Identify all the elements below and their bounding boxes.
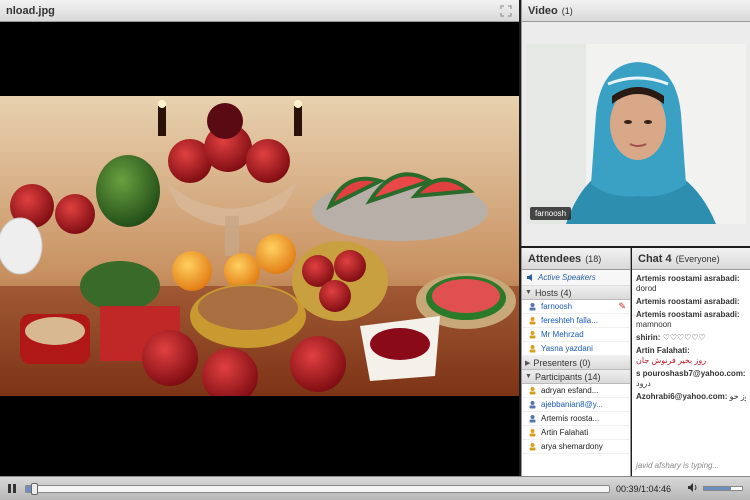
participants-header-label: Participants (14) [534,371,601,382]
share-pod-header: nload.jpg [0,0,519,22]
active-speakers-label: Active Speakers [538,273,596,282]
attendee-name: arya shemardony [541,442,603,451]
attendee-row[interactable]: ajebbanian8@y... [522,398,630,412]
attendee-row[interactable]: farnoosh ✎ [522,300,630,314]
participant-user-icon [529,387,536,395]
fullscreen-icon[interactable] [499,4,513,18]
webcam-name-label: farnoosh [530,207,572,220]
attendee-row[interactable]: Yasna yazdani [522,342,630,356]
participant-user-icon [529,401,536,409]
hosts-group-header[interactable]: ▼ Hosts (4) [522,286,630,300]
chat-sender: Artemis roostami asrabadi: [636,297,740,306]
chat-text: روز بخیر فرنوش جان [636,356,707,365]
chat-message-list[interactable]: Artemis roostami asrabadi: dorod Artemis … [632,270,750,466]
attendee-name: adryan esfand... [541,386,599,395]
volume-level-fill [704,487,731,490]
host-user-icon [529,303,536,311]
pause-icon [8,484,16,493]
volume-slider[interactable] [703,486,744,491]
chat-pod: Chat 4 (Everyone) Artemis roostami asraba… [632,248,750,476]
presenters-group-header[interactable]: ▶ Presenters (0) [522,356,630,370]
attendees-pod: Attendees (18) Active Speakers ▼ Hosts (4)… [521,248,631,476]
chat-sender: s pouroshasb7@yahoo.com: [636,369,746,378]
volume-icon[interactable] [687,482,699,496]
seek-thumb[interactable] [30,482,38,495]
chat-sender: Artin Falahati: [636,346,690,355]
chat-text: درود [636,379,651,388]
video-pod-title: Video (1) [528,5,573,17]
participant-user-icon [529,443,536,451]
attendee-row[interactable]: Artin Falahati [522,426,630,440]
attendee-row[interactable]: Mr Mehrzad [522,328,630,342]
collapse-triangle-icon: ▼ [525,373,532,380]
chat-message: s pouroshasb7@yahoo.com: درود [636,369,746,389]
attendee-name: Artin Falahati [541,428,589,437]
attendee-name: Yasna yazdani [541,344,593,353]
chat-pod-title: Chat 4 (Everyone) [638,253,720,265]
attendee-name: farnoosh [541,302,573,311]
share-pod-title: nload.jpg [6,4,55,17]
share-pod: nload.jpg [0,0,519,476]
video-count: (1) [561,5,573,16]
chat-message: Artemis roostami asrabadi: mamnoon [636,310,746,330]
meeting-recording-player: nload.jpg Video (1) farnoosh Attendees (… [0,0,750,500]
collapse-triangle-icon: ▼ [525,289,532,296]
participant-user-icon [529,415,536,423]
participant-user-icon [529,429,536,437]
chat-text: mamnoon [636,320,672,329]
chat-message: Artin Falahati: روز بخیر فرنوش جان [636,346,746,366]
chat-text: dorod [636,284,657,293]
chat-title-text: Chat 4 [638,252,672,265]
attendee-name: Artemis roosta... [541,414,600,423]
shared-content-area [0,22,519,476]
hosts-header-label: Hosts (4) [534,287,572,298]
video-title-text: Video [528,4,558,17]
chat-sender: Artemis roostami asrabadi: [636,310,740,319]
chat-sender: Artemis roostami asrabadi: [636,274,740,283]
attendees-pod-title: Attendees (18) [528,253,601,265]
haft-sin-table-image [0,96,519,396]
participants-group-header[interactable]: ▼ Participants (14) [522,370,630,384]
webcam-feed: farnoosh [526,44,746,224]
attendee-name: Mr Mehrzad [541,330,584,339]
chat-sender: shirin: [636,333,661,342]
video-pod-header: Video (1) [522,0,750,22]
attendee-row[interactable]: arya shemardony [522,440,630,454]
presenters-header-label: Presenters (0) [533,357,591,368]
expand-triangle-icon: ▶ [525,359,531,367]
attendee-row[interactable]: Artemis roosta... [522,412,630,426]
chat-text: روز خو [729,392,746,401]
attendee-name: ajebbanian8@y... [541,400,603,409]
playback-bar: 00:39/1:04:46 [0,476,750,500]
host-user-icon [529,331,536,339]
chat-scope: (Everyone) [675,253,720,264]
mic-active-icon: ✎ [618,301,626,311]
playback-time: 00:39/1:04:46 [616,483,672,494]
active-speakers-toolbar[interactable]: Active Speakers [522,270,630,286]
play-pause-button[interactable] [3,481,21,497]
attendee-name: fereshteh falla... [541,316,598,325]
chat-message: Azohrabi6@yahoo.com: روز خو [636,392,746,402]
attendee-row[interactable]: adryan esfand... [522,384,630,398]
host-user-icon [529,345,536,353]
chat-text: ♡♡♡♡♡♡ [662,333,706,342]
typing-indicator: javid afshary is typing... [636,461,720,470]
host-user-icon [529,317,536,325]
chat-message: Artemis roostami asrabadi: [636,297,746,307]
attendees-pod-header: Attendees (18) [522,248,630,270]
chat-message: Artemis roostami asrabadi: dorod [636,274,746,294]
attendees-title-text: Attendees [528,252,582,265]
attendee-row[interactable]: fereshteh falla... [522,314,630,328]
chat-message: shirin: ♡♡♡♡♡♡ [636,333,746,343]
video-pod: Video (1) farnoosh [521,0,750,246]
attendees-count: (18) [585,253,602,264]
speaker-icon [527,274,532,281]
chat-sender: Azohrabi6@yahoo.com: [636,392,728,401]
chat-pod-header: Chat 4 (Everyone) [632,248,750,270]
seek-slider[interactable] [25,482,610,495]
